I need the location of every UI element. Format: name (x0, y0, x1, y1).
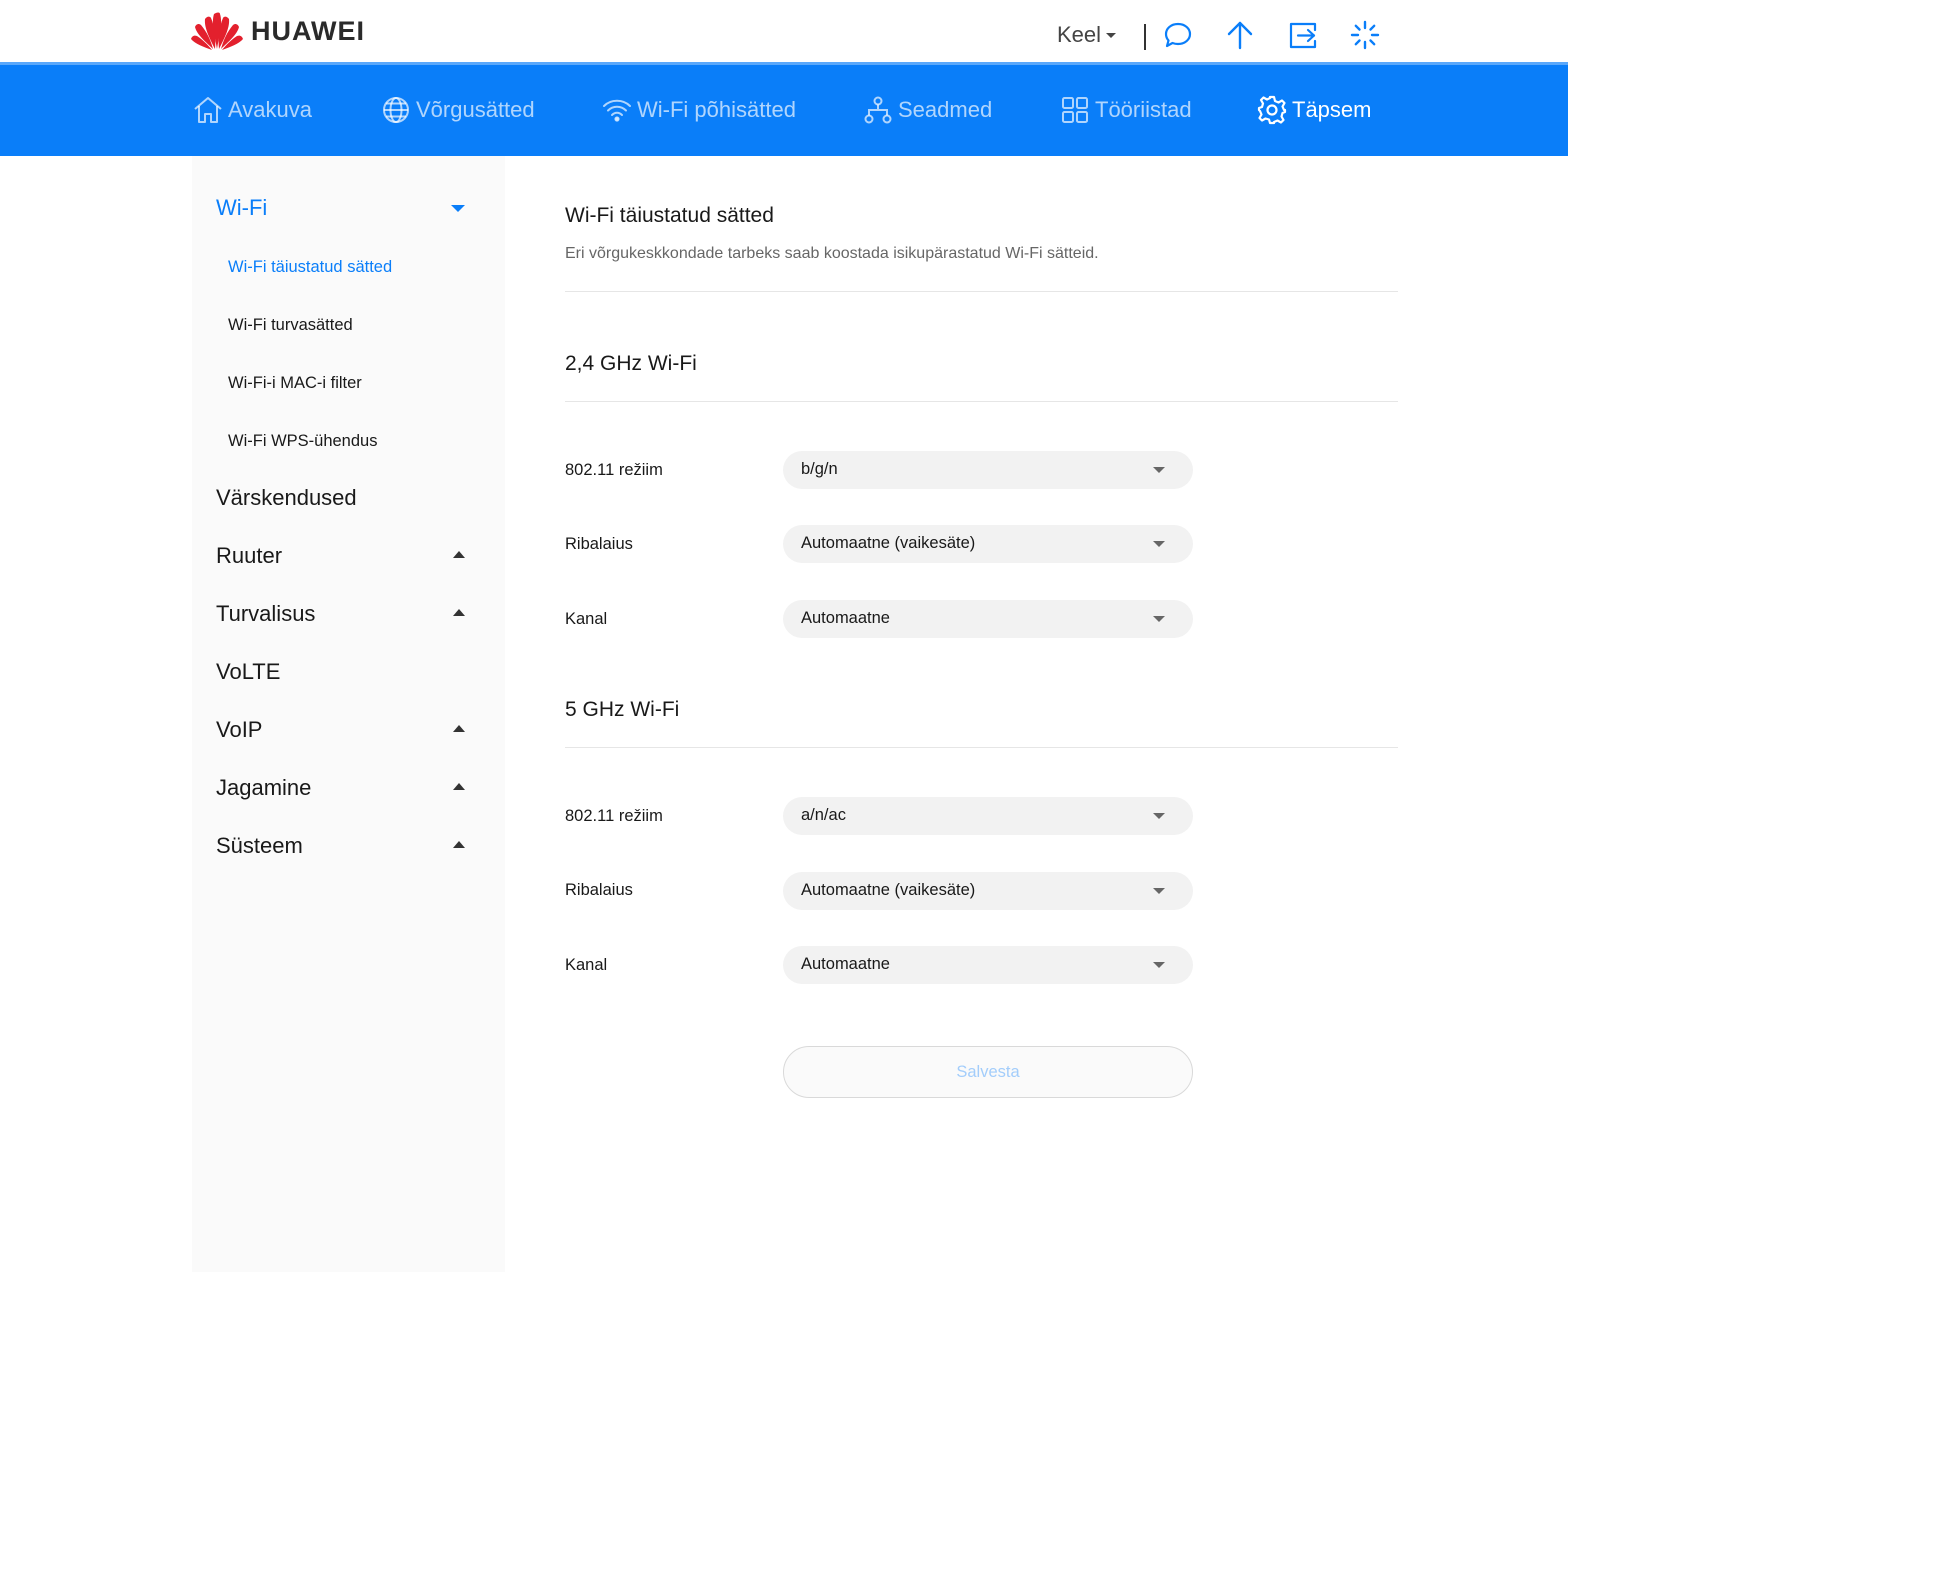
field-label-bandwidth: Ribalaius (565, 881, 633, 899)
nav-label: Seadmed (898, 97, 993, 122)
nav-label: Avakuva (228, 97, 312, 122)
section-title-5ghz: 5 GHz Wi-Fi (565, 698, 680, 721)
sidebar-subitem-wifi-advanced[interactable]: Wi-Fi täiustatud sätted (228, 252, 488, 282)
sidebar: Wi-Fi Wi-Fi täiustatud sätted Wi-Fi turv… (192, 156, 505, 1272)
nav-item-tools[interactable]: Tööriistad (1059, 93, 1192, 127)
select-24ghz-channel[interactable]: Automaatne (783, 600, 1193, 638)
sidebar-item-voip[interactable]: VoIP (216, 710, 486, 750)
select-value: Automaatne (801, 609, 890, 627)
top-header: HUAWEI Keel (0, 0, 1568, 62)
nav-label: Täpsem (1292, 97, 1372, 122)
page-description: Eri võrgukeskkondade tarbeks saab koosta… (565, 245, 1099, 262)
sidebar-item-sharing[interactable]: Jagamine (216, 768, 486, 808)
divider (565, 747, 1398, 748)
sidebar-item-label: Turvalisus (216, 601, 316, 626)
sidebar-subitem-label: Wi-Fi täiustatud sätted (228, 257, 393, 276)
save-button[interactable]: Salvesta (783, 1046, 1193, 1098)
nav-item-network-settings[interactable]: Võrgusätted (380, 93, 535, 127)
field-label-80211-mode: 802.11 režiim (565, 807, 663, 825)
field-label-bandwidth: Ribalaius (565, 535, 633, 553)
caret-down-icon (1153, 962, 1165, 968)
sidebar-subitem-wifi-wps[interactable]: Wi-Fi WPS-ühendus (228, 426, 488, 456)
sidebar-subitem-label: Wi-Fi WPS-ühendus (228, 431, 378, 450)
devices-icon (864, 96, 892, 124)
header-separator (1144, 24, 1146, 50)
caret-up-icon (453, 609, 465, 616)
sidebar-item-security[interactable]: Turvalisus (216, 594, 486, 634)
caret-down-icon (1106, 32, 1117, 38)
caret-down-icon (451, 205, 465, 212)
caret-up-icon (453, 841, 465, 848)
gear-icon (1257, 95, 1287, 125)
sidebar-item-label: VoLTE (216, 659, 281, 684)
caret-down-icon (1153, 541, 1165, 547)
select-5ghz-bandwidth[interactable]: Automaatne (vaikesäte) (783, 872, 1193, 910)
select-value: Automaatne (vaikesäte) (801, 881, 976, 899)
message-icon[interactable] (1163, 20, 1193, 50)
select-5ghz-channel[interactable]: Automaatne (783, 946, 1193, 984)
brand-name: HUAWEI (251, 15, 365, 46)
nav-label: Wi-Fi põhisätted (637, 97, 796, 122)
caret-up-icon (453, 551, 465, 558)
sidebar-item-updates[interactable]: Värskendused (216, 478, 486, 518)
language-label: Keel (1057, 22, 1102, 47)
huawei-flower-icon (191, 12, 243, 50)
nav-item-advanced[interactable]: Täpsem (1256, 93, 1371, 127)
caret-down-icon (1153, 813, 1165, 819)
sidebar-subitem-label: Wi-Fi-i MAC-i filter (228, 373, 362, 392)
divider (565, 401, 1398, 402)
sidebar-item-wifi[interactable]: Wi-Fi (216, 188, 486, 228)
upload-arrow-icon[interactable] (1225, 20, 1255, 50)
select-value: a/n/ac (801, 806, 846, 824)
section-title-24ghz: 2,4 GHz Wi-Fi (565, 352, 697, 375)
sidebar-item-label: Wi-Fi (216, 195, 268, 220)
nav-label: Võrgusätted (416, 97, 535, 122)
loading-spinner-icon[interactable] (1350, 20, 1380, 50)
sidebar-item-label: Jagamine (216, 775, 312, 800)
nav-label: Tööriistad (1095, 97, 1192, 122)
sidebar-item-router[interactable]: Ruuter (216, 536, 486, 576)
select-value: Automaatne (vaikesäte) (801, 534, 976, 552)
field-label-channel: Kanal (565, 610, 608, 628)
main-navigation: Avakuva Võrgusätted Wi-Fi põhisätted Sea… (0, 62, 1568, 156)
divider (565, 291, 1398, 292)
caret-up-icon (453, 725, 465, 732)
select-5ghz-80211-mode[interactable]: a/n/ac (783, 797, 1193, 835)
select-value: Automaatne (801, 955, 890, 973)
sidebar-item-label: Värskendused (216, 485, 357, 510)
nav-item-wifi-basic[interactable]: Wi-Fi põhisätted (601, 93, 796, 127)
field-label-80211-mode: 802.11 režiim (565, 461, 663, 479)
caret-down-icon (1153, 616, 1165, 622)
caret-down-icon (1153, 467, 1165, 473)
sidebar-item-label: VoIP (216, 717, 263, 742)
home-icon (194, 97, 222, 123)
select-24ghz-bandwidth[interactable]: Automaatne (vaikesäte) (783, 525, 1193, 563)
huawei-logo[interactable]: HUAWEI (191, 10, 365, 52)
sidebar-item-label: Süsteem (216, 833, 303, 858)
sidebar-subitem-wifi-security[interactable]: Wi-Fi turvasätted (228, 310, 488, 340)
globe-icon (383, 97, 409, 123)
logout-icon[interactable] (1288, 20, 1318, 50)
field-label-channel: Kanal (565, 956, 608, 974)
sidebar-item-system[interactable]: Süsteem (216, 826, 486, 866)
tools-grid-icon (1062, 97, 1088, 123)
caret-up-icon (453, 783, 465, 790)
caret-down-icon (1153, 888, 1165, 894)
nav-item-home[interactable]: Avakuva (192, 93, 312, 127)
sidebar-subitem-wifi-mac-filter[interactable]: Wi-Fi-i MAC-i filter (228, 368, 488, 398)
language-selector[interactable]: Keel (1057, 22, 1117, 48)
page-title: Wi-Fi täiustatud sätted (565, 204, 774, 227)
wifi-icon (603, 99, 631, 122)
select-value: b/g/n (801, 460, 838, 478)
sidebar-subitem-label: Wi-Fi turvasätted (228, 315, 353, 334)
nav-item-devices[interactable]: Seadmed (862, 93, 992, 127)
sidebar-item-volte[interactable]: VoLTE (216, 652, 486, 692)
select-24ghz-80211-mode[interactable]: b/g/n (783, 451, 1193, 489)
sidebar-item-label: Ruuter (216, 543, 283, 568)
